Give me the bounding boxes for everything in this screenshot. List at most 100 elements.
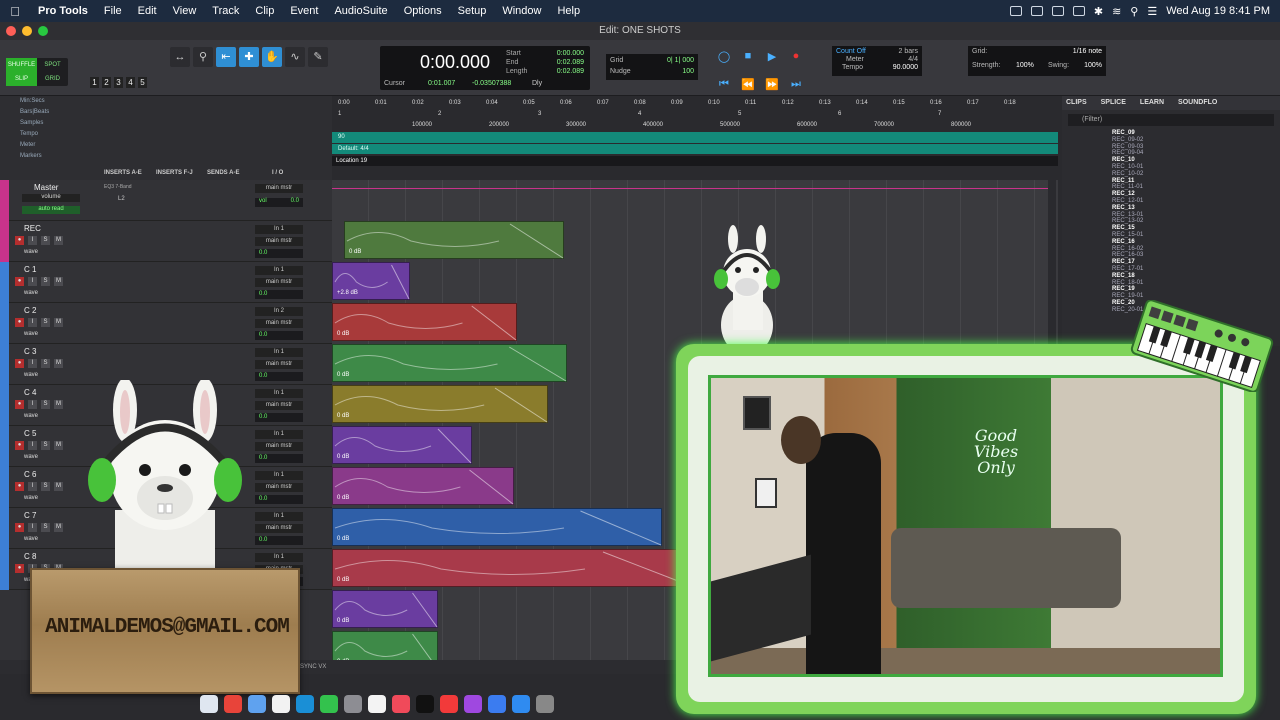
bars-ruler[interactable]: 1 2 3 4 5 6 7 (332, 111, 1058, 122)
tab-learn[interactable]: LEARN (1140, 96, 1164, 110)
record-enable-button[interactable]: ● (15, 277, 24, 286)
go-to-end-icon[interactable]: ⏭ (788, 78, 804, 92)
tray-icon[interactable] (1072, 6, 1085, 16)
mode-spot[interactable]: SPOT (37, 58, 68, 72)
apple-icon[interactable]:  (0, 4, 30, 19)
track-volume[interactable]: 0.0 (255, 372, 303, 381)
selector-tool-icon[interactable]: ✚ (239, 47, 259, 67)
audio-clip[interactable]: 0 dB (332, 344, 567, 382)
clip-gain[interactable]: 0 dB (337, 331, 349, 337)
swing-value[interactable]: 100% (1084, 62, 1102, 69)
track-row[interactable]: C 3 ● I S Mwave In 1 main mstr 0.0 (0, 344, 332, 385)
track-volume[interactable]: 0.0 (255, 454, 303, 463)
notes-icon[interactable] (272, 695, 290, 713)
zoom-preset-4[interactable]: 4 (126, 77, 135, 88)
solo-button[interactable]: S (41, 441, 50, 450)
online-icon[interactable]: ◯ (716, 50, 732, 64)
grabber-tool-icon[interactable]: ✋ (262, 47, 282, 67)
track-input[interactable]: In 1 (255, 430, 303, 439)
clock[interactable]: Wed Aug 19 8:41 PM (1166, 5, 1270, 17)
input-monitor-button[interactable]: I (28, 359, 37, 368)
mute-button[interactable]: M (54, 441, 63, 450)
start-value[interactable]: 0:00.000 (557, 50, 584, 57)
marker-ruler[interactable]: Location 19 (332, 156, 1058, 166)
track-view-selector[interactable]: wave (24, 495, 38, 501)
ruler-label-bars[interactable]: Bars|Beats (0, 107, 332, 118)
clip-gain[interactable]: 0 dB (337, 413, 349, 419)
track-volume[interactable]: 0.0 (255, 249, 303, 258)
audio-clip[interactable]: 0 dB (332, 385, 548, 423)
mute-button[interactable]: M (54, 400, 63, 409)
master-output[interactable]: main mstr (255, 184, 303, 193)
track-name[interactable]: C 4 (24, 388, 36, 397)
record-enable-button[interactable]: ● (15, 564, 24, 573)
track-input[interactable]: In 1 (255, 266, 303, 275)
insert-l2[interactable]: L2 (118, 196, 125, 202)
audio-clip[interactable]: +2.8 dB (332, 262, 410, 300)
meter-value[interactable]: 4/4 (908, 56, 918, 63)
fast-forward-icon[interactable]: ⏩ (764, 78, 780, 92)
mute-button[interactable]: M (54, 277, 63, 286)
rewind-icon[interactable]: ⏪ (740, 78, 756, 92)
zoom-preset-5[interactable]: 5 (138, 77, 147, 88)
track-output[interactable]: main mstr (255, 237, 303, 246)
clip-list-item[interactable]: REC_13-01 (1112, 212, 1280, 219)
io-header[interactable]: I / O (272, 170, 283, 176)
trim-tool-icon[interactable]: ⇤ (216, 47, 236, 67)
podcasts-icon[interactable] (464, 695, 482, 713)
clip-list-item[interactable]: REC_11 (1112, 178, 1280, 185)
minsecs-ruler[interactable]: 0:00 0:01 0:02 0:03 0:04 0:05 0:06 0:07 0:08 0:09… (332, 100, 1058, 111)
timeline-rulers[interactable]: 0:00 0:01 0:02 0:03 0:04 0:05 0:06 0:07 0:08 0:09… (332, 96, 1058, 168)
clips-filter-input[interactable]: (Filter) (1068, 114, 1274, 126)
clip-list-item[interactable]: REC_16-03 (1112, 252, 1280, 259)
solo-button[interactable]: S (41, 482, 50, 491)
solo-button[interactable]: S (41, 359, 50, 368)
wifi-icon[interactable]: ≋ (1112, 5, 1121, 18)
track-view-selector[interactable]: wave (24, 536, 38, 542)
end-value[interactable]: 0:02.089 (557, 59, 584, 66)
clip-list-item[interactable]: REC_19-01 (1112, 293, 1280, 300)
clip-list-item[interactable]: REC_17 (1112, 259, 1280, 266)
app-store-icon[interactable] (512, 695, 530, 713)
record-enable-button[interactable]: ● (15, 236, 24, 245)
clip-list-item[interactable]: REC_18 (1112, 273, 1280, 280)
minimize-window-button[interactable] (22, 26, 32, 36)
main-counter[interactable]: 0:00.000 Start 0:00.000 End 0:02.089 Len… (380, 46, 590, 90)
menu-edit[interactable]: Edit (130, 5, 165, 17)
audio-clip[interactable]: 0 dB (344, 221, 564, 259)
news-icon[interactable] (440, 695, 458, 713)
clip-list-item[interactable]: REC_15-01 (1112, 232, 1280, 239)
sync-label[interactable]: SYNC VX (300, 664, 326, 670)
clip-gain[interactable]: 0 dB (349, 249, 361, 255)
numbers-icon[interactable] (488, 695, 506, 713)
track-input[interactable]: In 1 (255, 348, 303, 357)
input-monitor-button[interactable]: I (28, 318, 37, 327)
mute-button[interactable]: M (54, 236, 63, 245)
zoom-preset-3[interactable]: 3 (114, 77, 123, 88)
clip-list-item[interactable]: REC_19 (1112, 286, 1280, 293)
ruler-label-samples[interactable]: Samples (0, 118, 332, 129)
menu-window[interactable]: Window (494, 5, 549, 17)
track-name[interactable]: C 3 (24, 347, 36, 356)
meter-ruler[interactable]: Default: 4/4 (332, 144, 1058, 154)
track-volume[interactable]: 0.0 (255, 495, 303, 504)
sends-a-e-header[interactable]: SENDS A-E (207, 170, 239, 176)
track-output[interactable]: main mstr (255, 524, 303, 533)
audio-clip[interactable]: 0 dB (332, 426, 472, 464)
track-output[interactable]: main mstr (255, 278, 303, 287)
track-view-selector[interactable]: wave (24, 249, 38, 255)
audio-clip[interactable]: 0 dB (332, 590, 438, 628)
menu-help[interactable]: Help (549, 5, 588, 17)
track-name[interactable]: C 8 (24, 552, 36, 561)
input-monitor-button[interactable]: I (28, 482, 37, 491)
solo-button[interactable]: S (41, 318, 50, 327)
clip-list-item[interactable]: REC_10 (1112, 157, 1280, 164)
clip-list-item[interactable]: REC_12-01 (1112, 198, 1280, 205)
track-name[interactable]: C 6 (24, 470, 36, 479)
input-monitor-button[interactable]: I (28, 236, 37, 245)
loop-play-icon[interactable]: ▶ (764, 50, 780, 64)
input-monitor-button[interactable]: I (28, 523, 37, 532)
quantize-grid-value[interactable]: 1/16 note (1073, 48, 1102, 55)
menu-view[interactable]: View (165, 5, 205, 17)
automation-mode[interactable]: auto read (22, 206, 80, 214)
